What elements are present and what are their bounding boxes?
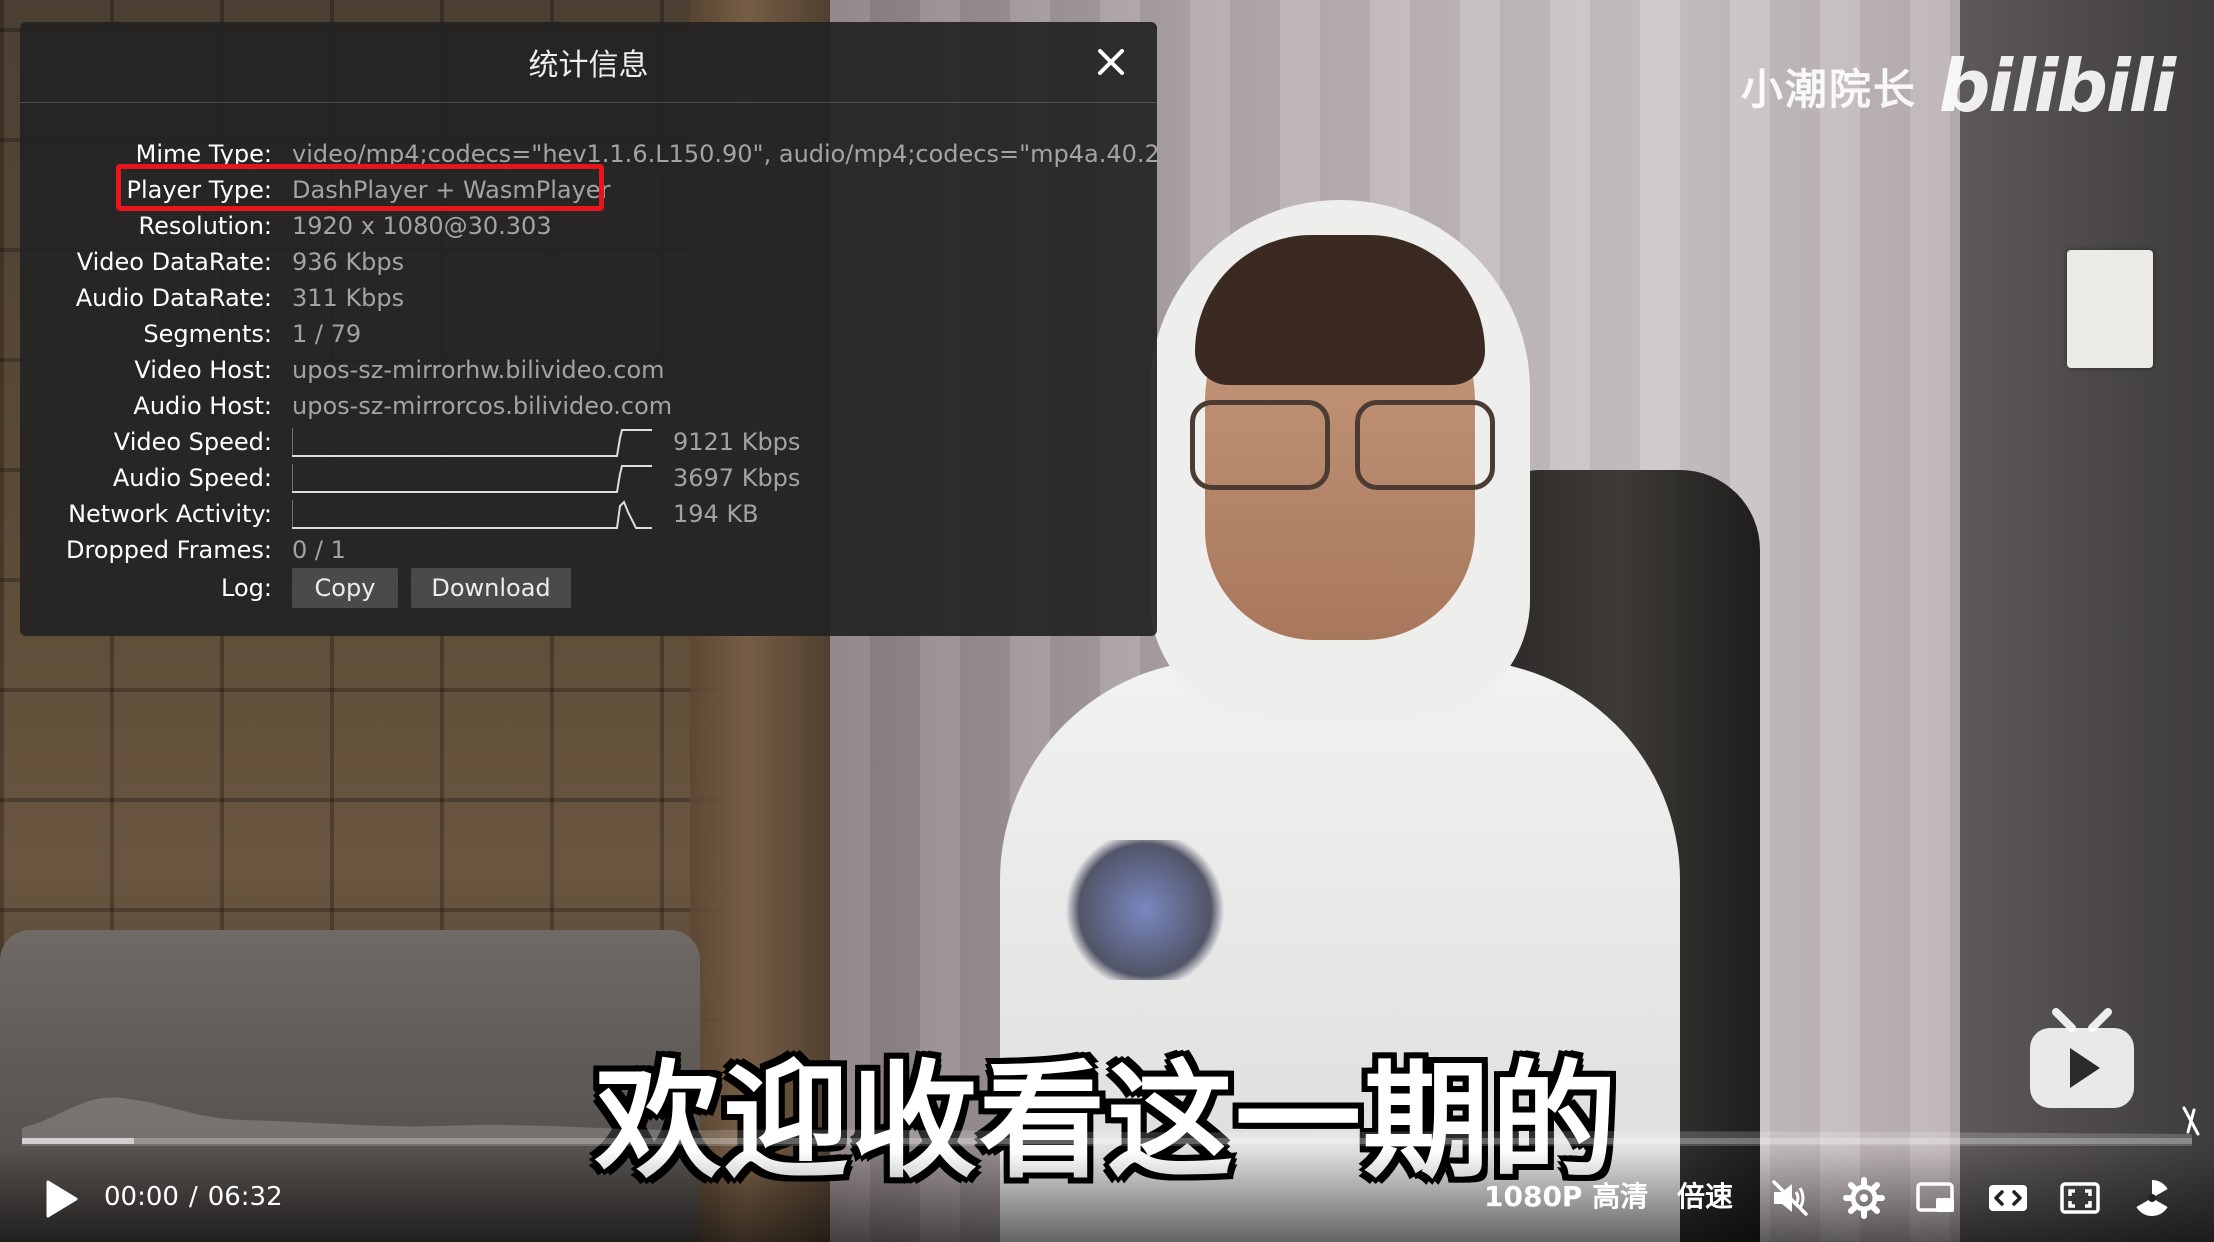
stat-label: Dropped Frames: [66,536,272,564]
stat-value: upos-sz-mirrorhw.bilivideo.com [292,356,665,384]
pip-icon [1916,1182,1954,1212]
stat-value: 1920 x 1080@30.303 [292,212,552,240]
web-fullscreen-icon [2060,1182,2100,1214]
stat-row-segments: Segments: 1 / 79 [20,316,1120,352]
picture-in-picture-button[interactable] [1914,1176,1958,1220]
stat-row-audio-speed: Audio Speed: 3697 Kbps [20,460,1120,496]
stat-label: Audio DataRate: [75,284,272,312]
progress-bar[interactable] [22,1138,2192,1144]
duration: 06:32 [207,1182,283,1212]
stat-value: 936 Kbps [292,248,405,276]
stats-header: 统计信息 [20,22,1157,103]
progress-buffered [22,1138,134,1144]
close-button[interactable] [1087,38,1135,86]
stat-label: Audio Speed: [112,464,272,492]
stat-label: Resolution: [138,212,273,240]
mute-button[interactable] [1768,1176,1812,1220]
settings-button[interactable] [1842,1176,1886,1220]
play-icon [46,1180,78,1218]
stat-row-video-host: Video Host: upos-sz-mirrorhw.bilivideo.c… [20,352,1120,388]
video-player[interactable]: 小潮院长 bilibili 欢迎收看这一期的 统计信息 Mime Type: v… [0,0,2214,1242]
stat-value: upos-sz-mirrorcos.bilivideo.com [292,392,673,420]
stat-value: video/mp4;codecs="hev1.1.6.L150.90", aud… [292,140,1171,168]
fullscreen-icon [2136,1180,2168,1217]
stats-panel: 统计信息 Mime Type: video/mp4;codecs="hev1.1… [20,22,1171,636]
stat-value: DashPlayer + WasmPlayer [292,176,611,204]
stat-label: Player Type: [126,176,272,204]
stat-label: Audio Host: [133,392,272,420]
watermark: 小潮院长 bilibili [1740,44,2176,128]
current-time: 00:00 [104,1182,179,1212]
play-button[interactable] [40,1178,80,1220]
fullscreen-button[interactable] [2130,1176,2174,1220]
network-activity-graph [292,500,652,529]
mute-icon [1772,1180,1808,1216]
stat-row-video-speed: Video Speed: 9121 Kbps [20,424,1120,460]
stats-title: 统计信息 [528,48,649,83]
stat-row-video-datarate: Video DataRate: 936 Kbps [20,244,1120,280]
web-fullscreen-button[interactable] [2058,1176,2102,1220]
widescreen-button[interactable] [1986,1176,2030,1220]
wall-switch [2067,250,2153,368]
stat-row-audio-host: Audio Host: upos-sz-mirrorcos.bilivideo.… [20,388,1120,424]
stat-label: Video Speed: [113,428,272,456]
stat-label: Log: [221,574,272,602]
stat-label: Network Activity: [68,500,272,528]
stat-value: 311 Kbps [292,284,405,312]
stat-row-network-activity: Network Activity: 194 KB [20,496,1120,532]
copy-log-button[interactable]: Copy [292,568,398,608]
stat-label: Video Host: [134,356,272,384]
stat-label: Video DataRate: [76,248,272,276]
stat-value: 194 KB [673,500,759,528]
stat-row-audio-datarate: Audio DataRate: 311 Kbps [20,280,1120,316]
hoodie-print [1060,840,1230,980]
glasses [1180,400,1500,490]
quality-selector[interactable]: 1080P 高清 [1484,1178,1648,1216]
stat-row-resolution: Resolution: 1920 x 1080@30.303 [20,208,1120,244]
stat-row-player-type: Player Type: DashPlayer + WasmPlayer [20,172,1120,208]
audio-speed-graph [292,464,652,493]
time-separator: / [188,1182,198,1212]
progress-end-marker[interactable] [2176,1104,2206,1138]
stat-label: Segments: [143,320,272,348]
stat-row-dropped-frames: Dropped Frames: 0 / 1 [20,532,1120,568]
stat-row-log: Log: Copy Download [20,566,1120,610]
stat-row-mime-type: Mime Type: video/mp4;codecs="hev1.1.6.L1… [20,136,1171,172]
stat-label: Mime Type: [135,140,272,168]
control-bar: 00:00 / 06:32 1080P 高清 倍速 [0,1150,2214,1242]
video-speed-graph [292,428,652,457]
time-display: 00:00 / 06:32 [104,1178,283,1216]
stat-value: 0 / 1 [292,536,346,564]
bilibili-logo: bilibili [1938,44,2176,128]
stat-value: 1 / 79 [292,320,362,348]
stat-value: 9121 Kbps [673,428,801,456]
close-icon [1098,49,1124,75]
stat-value: 3697 Kbps [673,464,801,492]
playback-speed-button[interactable]: 倍速 [1677,1178,1733,1216]
watermark-uploader: 小潮院长 [1740,64,1917,114]
settings-icon [1843,1177,1885,1219]
widescreen-icon [1989,1185,2027,1211]
download-log-button[interactable]: Download [411,568,571,608]
